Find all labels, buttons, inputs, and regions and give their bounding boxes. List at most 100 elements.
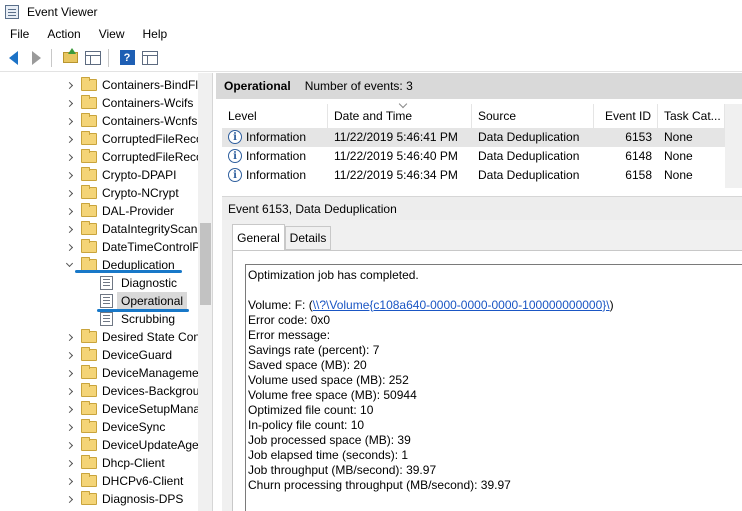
tree-item[interactable]: DeviceGuard [0,346,198,364]
menu-action[interactable]: Action [37,27,88,41]
collapse-chevron[interactable] [62,256,76,274]
tree-item[interactable]: DHCPv6-Client [0,472,198,490]
tree-item[interactable]: CorruptedFileReco [0,148,198,166]
tree-item[interactable]: DAL-Provider [0,202,198,220]
expand-chevron[interactable] [62,148,76,166]
show-hide-action-pane-button[interactable] [140,48,160,68]
tree-item[interactable]: Devices-Backgrou [0,382,198,400]
expand-chevron[interactable] [62,382,76,400]
tab-label: General [237,230,280,245]
tree-item[interactable]: DeviceSetupMana [0,400,198,418]
expand-chevron[interactable] [62,130,76,148]
expand-chevron[interactable] [62,490,76,508]
folder-icon [81,437,97,451]
cell-task: None [664,168,693,182]
expand-chevron[interactable] [62,94,76,112]
tree-item-label: Containers-Wcnfs [102,114,198,128]
information-icon: i [228,149,242,163]
expand-chevron[interactable] [62,346,76,364]
expand-chevron[interactable] [62,328,76,346]
show-hide-console-tree-button[interactable] [83,48,103,68]
expand-chevron[interactable] [62,436,76,454]
expand-chevron[interactable] [62,202,76,220]
menu-file[interactable]: File [0,27,37,41]
tab-general[interactable]: General [232,224,285,250]
tree-item[interactable]: Desired State Con [0,328,198,346]
tree-item[interactable]: DateTimeControlP [0,238,198,256]
toolbar-separator [51,48,52,67]
tree-item-label: Diagnosis-DPS [102,492,184,506]
tree-item[interactable]: Crypto-NCrypt [0,184,198,202]
tree-item-label: DataIntegrityScan [102,222,198,236]
tree-scrollbar-thumb[interactable] [200,223,211,305]
folder-icon [81,203,97,217]
event-viewer-icon [5,5,19,19]
table-row[interactable]: i Information 11/22/2019 5:46:34 PM Data… [222,166,725,185]
tree-item-label: Containers-Wcifs [102,96,194,110]
cell-datetime: 11/22/2019 5:46:41 PM [334,130,458,144]
expand-chevron[interactable] [62,238,76,256]
column-level[interactable]: Level [222,104,328,128]
folder-icon [81,401,97,415]
expand-chevron[interactable] [62,418,76,436]
column-source[interactable]: Source [472,104,594,128]
tree-item[interactable]: Dhcp-Client [0,454,198,472]
volume-link[interactable]: \\?\Volume{c108a640-0000-0000-0000-10000… [313,298,610,312]
table-row[interactable]: i Information 11/22/2019 5:46:41 PM Data… [222,128,725,147]
tree-item[interactable]: Diagnosis-DPS [0,490,198,508]
event-detail-header: Event 6153, Data Deduplication [222,196,742,220]
tree-item-label: DeviceUpdateAge [102,438,198,452]
tree-item[interactable]: Containers-BindFl [0,76,198,94]
menu-bar: File Action View Help [0,24,742,44]
expand-chevron[interactable] [62,364,76,382]
column-task-category[interactable]: Task Cat... [658,104,725,128]
expand-chevron[interactable] [62,220,76,238]
tree-item-scrubbing[interactable]: Scrubbing [0,310,198,328]
tab-details[interactable]: Details [285,226,331,250]
chevron-right-icon [65,99,73,107]
event-detail-title: Event 6153, Data Deduplication [228,201,397,216]
tree-item[interactable]: DeviceSync [0,418,198,436]
tree-item-label: Devices-Backgrou [102,384,198,398]
tree-item[interactable]: DataIntegrityScan [0,220,198,238]
menu-help[interactable]: Help [133,27,176,41]
folder-icon [81,185,97,199]
folder-icon [81,95,97,109]
table-row[interactable]: i Information 11/22/2019 5:46:40 PM Data… [222,147,725,166]
up-one-level-button[interactable] [60,48,80,68]
expand-chevron[interactable] [62,112,76,130]
events-scrollbar[interactable] [725,104,742,188]
expand-chevron[interactable] [62,400,76,418]
expand-chevron[interactable] [62,472,76,490]
folder-icon [81,383,97,397]
tree-item[interactable]: DeviceManageme [0,364,198,382]
folder-icon [81,167,97,181]
annotation-underline [75,270,182,273]
expand-chevron[interactable] [62,76,76,94]
expand-chevron[interactable] [62,166,76,184]
expand-chevron[interactable] [62,184,76,202]
log-icon [100,294,113,308]
tree-item-operational[interactable]: Operational [0,292,198,310]
event-count: Number of events: 3 [304,79,413,93]
tree-item[interactable]: DeviceUpdateAge [0,436,198,454]
tree-item[interactable]: Crypto-DPAPI [0,166,198,184]
folder-icon [81,455,97,469]
help-button[interactable]: ? [117,48,137,68]
tree-item[interactable]: Containers-Wcifs [0,94,198,112]
expand-chevron[interactable] [62,454,76,472]
tree-item[interactable]: CorruptedFileReco [0,130,198,148]
folder-icon [81,77,97,91]
back-button[interactable] [3,48,23,68]
column-date-time[interactable]: Date and Time [328,104,472,128]
tree-item-diagnostic[interactable]: Diagnostic [0,274,198,292]
forward-button[interactable] [26,48,46,68]
tree-item-label: Operational [121,294,184,308]
chevron-right-icon [65,135,73,143]
menu-view[interactable]: View [89,27,133,41]
column-label: Task Cat... [664,109,721,123]
tree-item[interactable]: Containers-Wcnfs [0,112,198,130]
column-event-id[interactable]: Event ID [594,104,658,128]
description-line: Savings rate (percent): 7 [248,343,380,357]
console-tree-icon [85,50,101,65]
